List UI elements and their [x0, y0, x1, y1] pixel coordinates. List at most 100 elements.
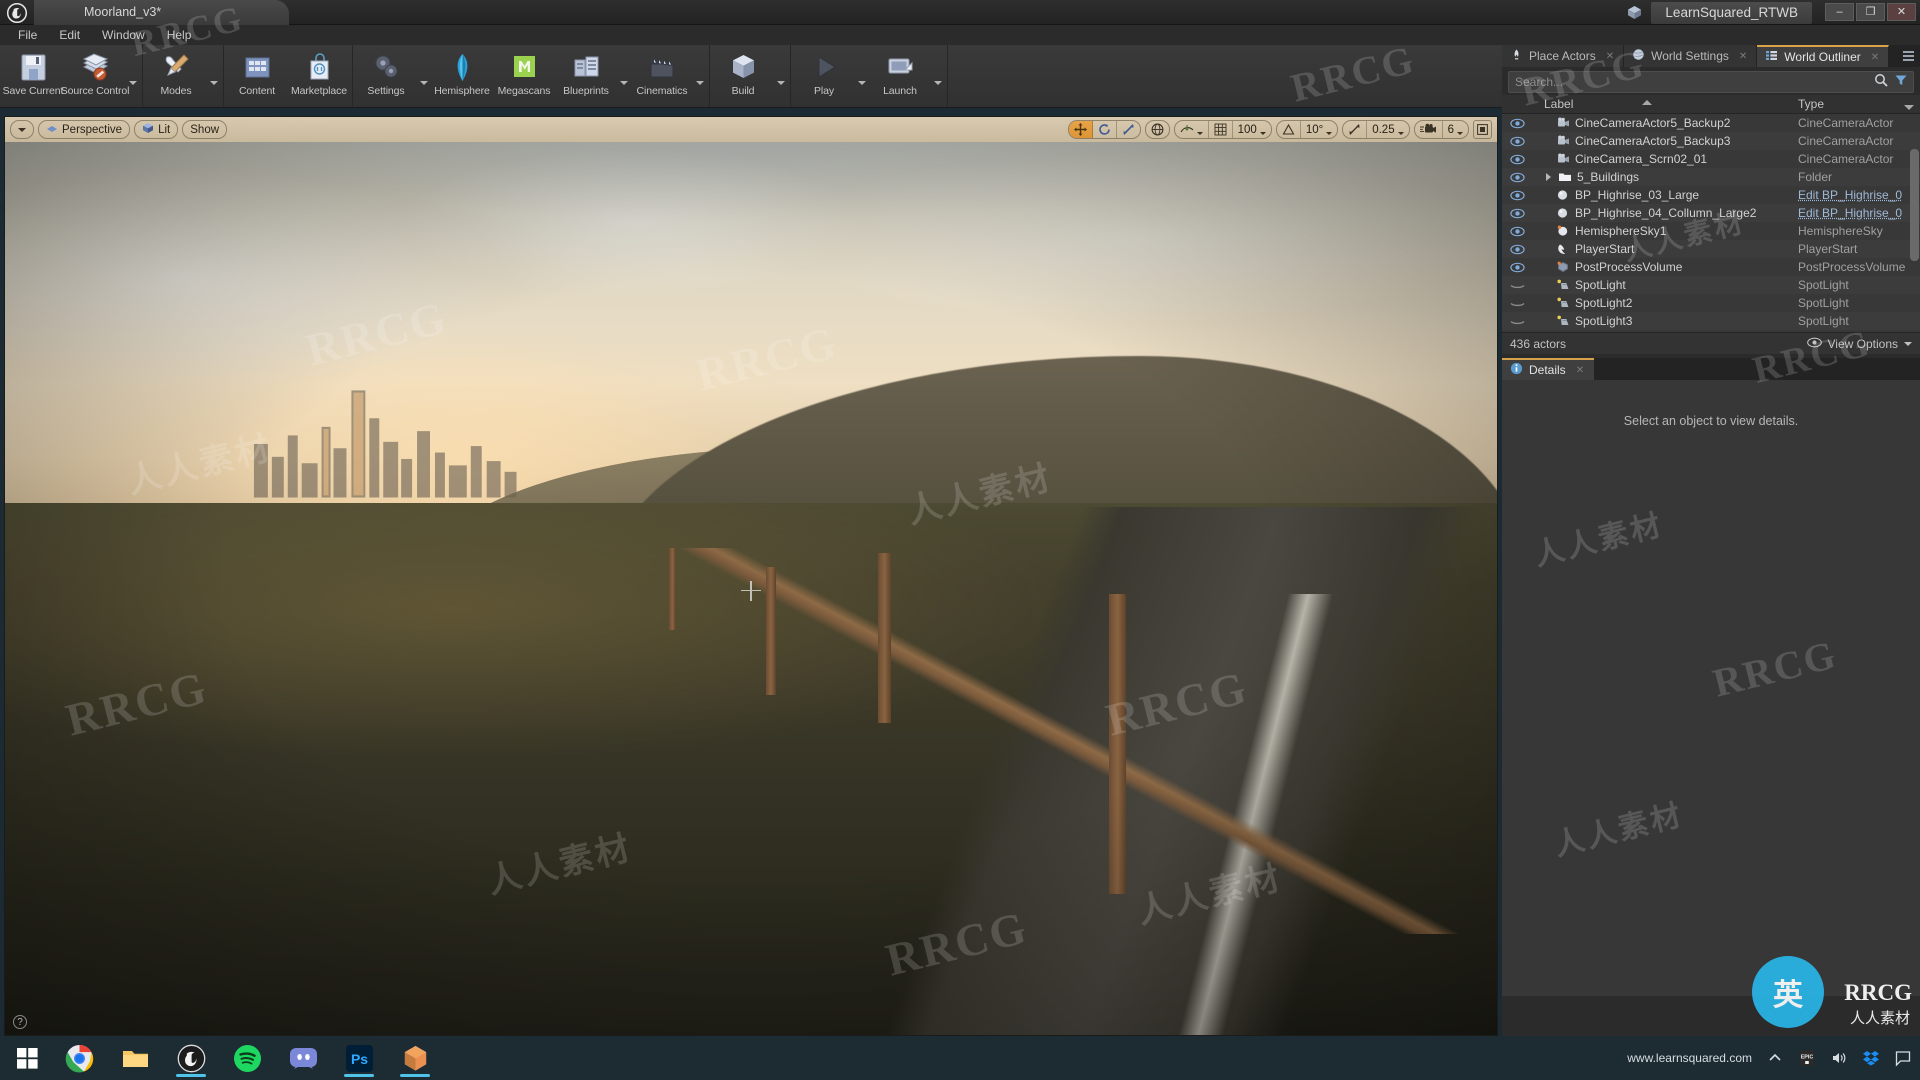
project-tab[interactable]: Moorland_v3* — [34, 0, 289, 25]
eye-visible-icon[interactable] — [1502, 262, 1532, 273]
eye-visible-icon[interactable] — [1502, 244, 1532, 255]
filter-funnel-icon[interactable] — [1892, 73, 1913, 92]
eye-visible-icon[interactable] — [1502, 226, 1532, 237]
table-row[interactable]: PostProcessVolumePostProcessVolume — [1502, 258, 1920, 276]
camera-speed-value[interactable]: 6 — [1443, 120, 1468, 139]
blueprints-button[interactable]: Blueprints — [555, 45, 617, 107]
tab-world-settings[interactable]: World Settings ✕ — [1624, 45, 1757, 67]
outliner-row-name[interactable]: SpotLight2 — [1532, 296, 1798, 310]
outliner-row-name[interactable]: CineCameraActor5_Backup2 — [1532, 116, 1798, 130]
megascans-button[interactable]: Megascans — [493, 45, 555, 107]
taskbar-chrome-icon[interactable] — [60, 1038, 98, 1078]
scale-snap-icon[interactable] — [1343, 120, 1367, 139]
outliner-row-type[interactable]: Edit BP_Highrise_0 — [1798, 188, 1920, 202]
marketplace-button[interactable]: Marketplace — [288, 45, 350, 107]
viewport-options-button[interactable] — [10, 120, 34, 139]
rotate-gizmo-icon[interactable] — [1093, 120, 1117, 139]
table-row[interactable]: 5_BuildingsFolder — [1502, 168, 1920, 186]
close-icon[interactable]: ✕ — [1606, 51, 1614, 62]
outliner-row-name[interactable]: SpotLight — [1532, 278, 1798, 292]
eye-visible-icon[interactable] — [1502, 154, 1532, 165]
table-row[interactable]: CineCameraActor5_Backup2CineCameraActor — [1502, 114, 1920, 132]
eye-visible-icon[interactable] — [1502, 136, 1532, 147]
source-control-dropdown[interactable] — [126, 45, 140, 107]
table-row[interactable]: PlayerStartPlayerStart — [1502, 240, 1920, 258]
outliner-row-name[interactable]: CineCameraActor5_Backup3 — [1532, 134, 1798, 148]
outliner-row-name[interactable]: BP_Highrise_04_Collumn_Large2 — [1532, 206, 1798, 220]
outliner-row-name[interactable]: PlayerStart — [1532, 242, 1798, 256]
outliner-row-name[interactable]: BP_Highrise_03_Large — [1532, 188, 1798, 202]
rotation-snap-icon[interactable] — [1277, 120, 1301, 139]
table-row[interactable]: HemisphereSky1HemisphereSky — [1502, 222, 1920, 240]
search-magnifier-icon[interactable] — [1870, 73, 1892, 92]
table-row[interactable]: SpotLight3SpotLight — [1502, 312, 1920, 330]
table-row[interactable]: CineCamera_Scrn02_01CineCameraActor — [1502, 150, 1920, 168]
question-mark-help-icon[interactable]: ? — [13, 1015, 27, 1029]
level-viewport[interactable]: Perspective Lit Show — [4, 116, 1498, 1036]
dropbox-icon[interactable] — [1862, 1049, 1880, 1067]
volume-speaker-icon[interactable] — [1830, 1049, 1848, 1067]
maximize-viewport-icon[interactable] — [1473, 120, 1492, 139]
minimize-button[interactable]: – — [1825, 3, 1854, 21]
translate-gizmo-icon[interactable] — [1069, 120, 1093, 139]
grid-snap-icon[interactable] — [1209, 120, 1233, 139]
outliner-scrollbar[interactable] — [1910, 149, 1919, 261]
search-input[interactable] — [1509, 75, 1870, 89]
windows-start-icon[interactable] — [0, 1048, 54, 1069]
blueprints-dropdown[interactable] — [617, 45, 631, 107]
cinematics-dropdown[interactable] — [693, 45, 707, 107]
taskbar-discord-icon[interactable] — [284, 1038, 322, 1078]
surface-snapping-icon[interactable] — [1175, 120, 1209, 139]
outliner-list[interactable]: CineCameraActor5_Backup2CineCameraActorC… — [1502, 114, 1920, 332]
camera-speed-icon[interactable] — [1415, 120, 1443, 139]
save-current-button[interactable]: Save Current — [2, 45, 64, 107]
source-control-button[interactable]: Source Control — [64, 45, 126, 107]
show-flags-button[interactable]: Show — [182, 120, 227, 139]
tab-place-actors[interactable]: Place Actors ✕ — [1502, 45, 1624, 67]
outliner-row-name[interactable]: PostProcessVolume — [1532, 260, 1798, 274]
table-row[interactable]: CineCameraActor5_Backup3CineCameraActor — [1502, 132, 1920, 150]
eye-visible-icon[interactable] — [1502, 172, 1532, 183]
taskbar-substance-painter-icon[interactable] — [396, 1038, 434, 1078]
column-filter-icon[interactable] — [1904, 105, 1914, 110]
label-column-header[interactable]: Label — [1532, 97, 1798, 111]
table-row[interactable]: BP_Highrise_04_Collumn_Large2Edit BP_Hig… — [1502, 204, 1920, 222]
world-coordinate-icon[interactable] — [1146, 120, 1169, 139]
outliner-row-name[interactable]: 5_Buildings — [1532, 170, 1798, 184]
tab-world-outliner[interactable]: World Outliner ✕ — [1757, 45, 1889, 67]
tab-details[interactable]: Details ✕ — [1502, 358, 1594, 380]
play-button[interactable]: Play — [793, 45, 855, 107]
maximize-button[interactable]: ❐ — [1856, 3, 1885, 21]
epic-games-launcher-icon[interactable]: EPIC — [1798, 1049, 1816, 1067]
table-row[interactable]: SpotLight2SpotLight — [1502, 294, 1920, 312]
taskbar-spotify-icon[interactable] — [228, 1038, 266, 1078]
eye-hidden-icon[interactable] — [1502, 280, 1532, 291]
modes-button[interactable]: Modes — [145, 45, 207, 107]
taskbar-file-explorer-icon[interactable] — [116, 1038, 154, 1078]
scale-snap-value[interactable]: 0.25 — [1367, 120, 1408, 139]
launch-button[interactable]: Launch — [869, 45, 931, 107]
cinematics-button[interactable]: Cinematics — [631, 45, 693, 107]
table-row[interactable]: SpotLightSpotLight — [1502, 276, 1920, 294]
scale-gizmo-icon[interactable] — [1117, 120, 1140, 139]
grid-snap-value[interactable]: 100 — [1233, 120, 1271, 139]
close-icon[interactable]: ✕ — [1871, 52, 1879, 63]
build-dropdown[interactable] — [774, 45, 788, 107]
eye-hidden-icon[interactable] — [1502, 298, 1532, 309]
expander-triangle-icon[interactable] — [1546, 173, 1551, 181]
shading-mode-lit-button[interactable]: Lit — [134, 120, 178, 139]
close-button[interactable]: ✕ — [1887, 3, 1916, 21]
settings-dropdown[interactable] — [417, 45, 431, 107]
eye-hidden-icon[interactable] — [1502, 316, 1532, 327]
outliner-row-name[interactable]: HemisphereSky1 — [1532, 224, 1798, 238]
hemisphere-button[interactable]: Hemisphere — [431, 45, 493, 107]
table-row[interactable]: BP_Highrise_03_LargeEdit BP_Highrise_0 — [1502, 186, 1920, 204]
settings-button[interactable]: Settings — [355, 45, 417, 107]
close-icon[interactable]: ✕ — [1739, 51, 1747, 62]
menu-item-file[interactable]: File — [8, 26, 47, 44]
notification-bell-icon[interactable] — [1894, 1049, 1912, 1067]
build-button[interactable]: Build — [712, 45, 774, 107]
close-icon[interactable]: ✕ — [1576, 365, 1584, 376]
modes-dropdown[interactable] — [207, 45, 221, 107]
type-column-header[interactable]: Type — [1798, 97, 1920, 111]
